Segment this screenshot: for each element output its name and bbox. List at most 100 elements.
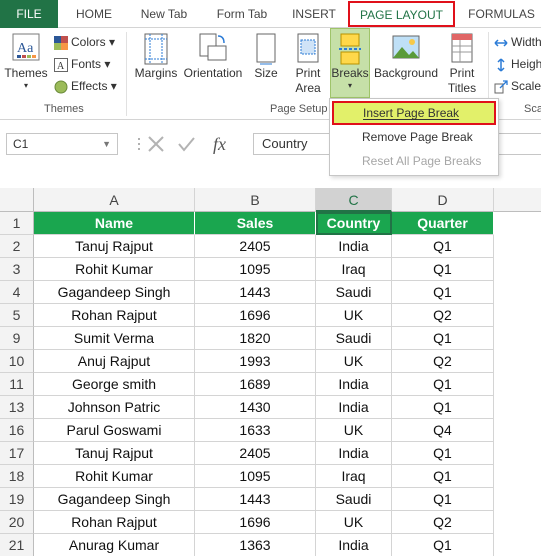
- row-header[interactable]: 5: [0, 304, 34, 327]
- cell-quarter[interactable]: Q4: [392, 419, 494, 442]
- cell-sales[interactable]: 1443: [195, 281, 316, 304]
- cell-name[interactable]: Anurag Kumar: [34, 534, 195, 556]
- cell-sales[interactable]: 1633: [195, 419, 316, 442]
- cell-quarter[interactable]: Q2: [392, 511, 494, 534]
- menu-item-remove-page-break[interactable]: Remove Page Break: [330, 125, 498, 149]
- cell-name[interactable]: Rohit Kumar: [34, 465, 195, 488]
- cancel-icon[interactable]: [148, 136, 164, 152]
- cell-name[interactable]: Parul Goswami: [34, 419, 195, 442]
- row-header[interactable]: 9: [0, 327, 34, 350]
- scale-control[interactable]: Scale: [494, 76, 541, 96]
- column-header-a[interactable]: A: [34, 188, 195, 212]
- row-header[interactable]: 16: [0, 419, 34, 442]
- cell-name[interactable]: Tanuj Rajput: [34, 235, 195, 258]
- row-header[interactable]: 13: [0, 396, 34, 419]
- cell-name[interactable]: Anuj Rajput: [34, 350, 195, 373]
- cell-sales[interactable]: 1430: [195, 396, 316, 419]
- cell-sales[interactable]: 1993: [195, 350, 316, 373]
- margins-button[interactable]: Margins: [132, 28, 180, 81]
- cell-country[interactable]: UK: [316, 350, 392, 373]
- cell-country[interactable]: UK: [316, 304, 392, 327]
- themes-button[interactable]: Aa Themes ▾: [4, 28, 48, 91]
- menu-item-insert-page-break[interactable]: Insert Page Break: [332, 101, 496, 125]
- effects-button[interactable]: Effects ▾: [54, 76, 117, 96]
- cell-sales[interactable]: 1095: [195, 465, 316, 488]
- cell-name[interactable]: George smith: [34, 373, 195, 396]
- cell-sales[interactable]: 1689: [195, 373, 316, 396]
- cell-quarter[interactable]: Q1: [392, 235, 494, 258]
- tab-file[interactable]: FILE: [0, 0, 58, 28]
- cell-name[interactable]: Sumit Verma: [34, 327, 195, 350]
- header-cell-sales[interactable]: Sales: [195, 212, 316, 235]
- colors-button[interactable]: Colors ▾: [54, 32, 115, 52]
- row-header[interactable]: 17: [0, 442, 34, 465]
- cell-quarter[interactable]: Q1: [392, 373, 494, 396]
- cell-country[interactable]: Saudi: [316, 327, 392, 350]
- cell-quarter[interactable]: Q1: [392, 396, 494, 419]
- column-header-b[interactable]: B: [195, 188, 316, 212]
- cell-sales[interactable]: 1443: [195, 488, 316, 511]
- row-header[interactable]: 19: [0, 488, 34, 511]
- tab-insert[interactable]: INSERT: [284, 0, 344, 28]
- orientation-button[interactable]: Orientation: [180, 28, 246, 81]
- row-header[interactable]: 1: [0, 212, 34, 235]
- tab-new-tab[interactable]: New Tab: [130, 0, 198, 28]
- cell-quarter[interactable]: Q2: [392, 350, 494, 373]
- insert-function-icon[interactable]: fx: [213, 134, 226, 154]
- column-header-c[interactable]: C: [316, 188, 392, 212]
- row-header[interactable]: 20: [0, 511, 34, 534]
- header-cell-country[interactable]: Country: [316, 212, 392, 235]
- cell-quarter[interactable]: Q1: [392, 258, 494, 281]
- cell-quarter[interactable]: Q1: [392, 327, 494, 350]
- width-control[interactable]: Width: [494, 32, 541, 52]
- print-titles-button[interactable]: Print Titles: [442, 28, 482, 96]
- cell-country[interactable]: UK: [316, 419, 392, 442]
- cell-country[interactable]: India: [316, 534, 392, 556]
- cell-quarter[interactable]: Q1: [392, 488, 494, 511]
- row-header[interactable]: 10: [0, 350, 34, 373]
- row-header[interactable]: 18: [0, 465, 34, 488]
- breaks-button[interactable]: Breaks ▾: [330, 28, 370, 91]
- cell-name[interactable]: Rohan Rajput: [34, 511, 195, 534]
- cell-country[interactable]: Saudi: [316, 281, 392, 304]
- cell-name[interactable]: Gagandeep Singh: [34, 281, 195, 304]
- cell-country[interactable]: Iraq: [316, 258, 392, 281]
- tab-page-layout[interactable]: PAGE LAYOUT: [348, 1, 455, 27]
- cell-sales[interactable]: 2405: [195, 442, 316, 465]
- header-cell-quarter[interactable]: Quarter: [392, 212, 494, 235]
- cell-name[interactable]: Rohan Rajput: [34, 304, 195, 327]
- name-box[interactable]: C1 ▼: [6, 133, 118, 155]
- cell-sales[interactable]: 1363: [195, 534, 316, 556]
- tab-formulas[interactable]: FORMULAS: [462, 0, 541, 28]
- cell-sales[interactable]: 1696: [195, 304, 316, 327]
- cell-country[interactable]: India: [316, 396, 392, 419]
- cell-name[interactable]: Rohit Kumar: [34, 258, 195, 281]
- height-control[interactable]: Heigh: [494, 54, 541, 74]
- cell-quarter[interactable]: Q2: [392, 304, 494, 327]
- cell-quarter[interactable]: Q1: [392, 281, 494, 304]
- size-button[interactable]: Size: [248, 28, 284, 81]
- cell-sales[interactable]: 1696: [195, 511, 316, 534]
- chevron-down-icon[interactable]: ▼: [102, 134, 111, 154]
- row-header[interactable]: 4: [0, 281, 34, 304]
- tab-form-tab[interactable]: Form Tab: [206, 0, 278, 28]
- row-header[interactable]: 21: [0, 534, 34, 556]
- column-header-e[interactable]: [494, 188, 541, 212]
- row-header[interactable]: 11: [0, 373, 34, 396]
- row-header[interactable]: 2: [0, 235, 34, 258]
- cell-country[interactable]: India: [316, 373, 392, 396]
- cell-name[interactable]: Tanuj Rajput: [34, 442, 195, 465]
- print-area-button[interactable]: Print Area: [288, 28, 328, 96]
- cell-quarter[interactable]: Q1: [392, 534, 494, 556]
- cell-sales[interactable]: 1820: [195, 327, 316, 350]
- header-cell-name[interactable]: Name: [34, 212, 195, 235]
- cell-country[interactable]: India: [316, 442, 392, 465]
- row-header[interactable]: 3: [0, 258, 34, 281]
- tab-home[interactable]: HOME: [66, 0, 122, 28]
- cell-country[interactable]: UK: [316, 511, 392, 534]
- cell-name[interactable]: Gagandeep Singh: [34, 488, 195, 511]
- cell-name[interactable]: Johnson Patric: [34, 396, 195, 419]
- cell-country[interactable]: Iraq: [316, 465, 392, 488]
- column-header-d[interactable]: D: [392, 188, 494, 212]
- cell-country[interactable]: India: [316, 235, 392, 258]
